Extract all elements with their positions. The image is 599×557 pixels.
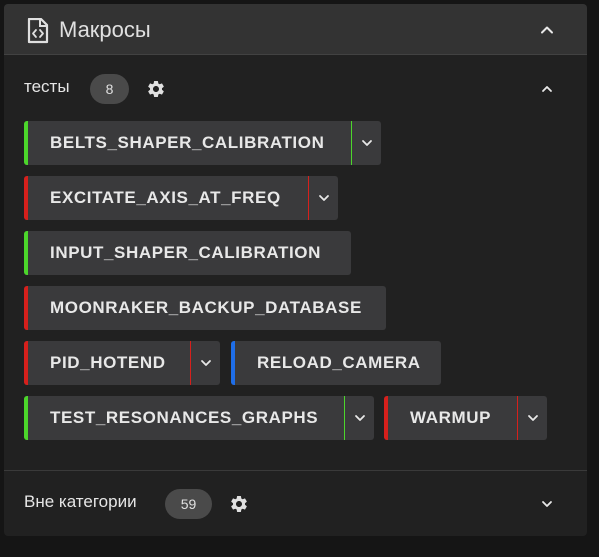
chevron-down-icon xyxy=(362,140,372,146)
macro-dropdown-button[interactable] xyxy=(344,396,374,440)
macros-panel: Макросы тесты 8 BELTS_SHAPER_CALIBRATION… xyxy=(4,4,587,536)
macro-button[interactable]: TEST_RESONANCES_GRAPHS xyxy=(24,396,374,440)
macro-button[interactable]: PID_HOTEND xyxy=(24,341,220,385)
macro-label: BELTS_SHAPER_CALIBRATION xyxy=(50,133,325,152)
macro-label: MOONRAKER_BACKUP_DATABASE xyxy=(50,298,362,317)
macro-button[interactable]: INPUT_SHAPER_CALIBRATION xyxy=(24,231,351,275)
panel-header[interactable]: Макросы xyxy=(4,4,587,55)
chevron-up-icon[interactable] xyxy=(540,23,554,37)
macro-dropdown-button[interactable] xyxy=(351,121,381,165)
count-badge: 59 xyxy=(165,489,212,519)
macro-label: PID_HOTEND xyxy=(50,353,166,372)
count-badge: 8 xyxy=(90,74,129,104)
chevron-down-icon xyxy=(355,415,365,421)
macro-label: WARMUP xyxy=(410,408,492,427)
macro-label: EXCITATE_AXIS_AT_FREQ xyxy=(50,188,281,207)
macro-button[interactable]: RELOAD_CAMERA xyxy=(231,341,441,385)
macro-button[interactable]: EXCITATE_AXIS_AT_FREQ xyxy=(24,176,338,220)
macro-button[interactable]: BELTS_SHAPER_CALIBRATION xyxy=(24,121,381,165)
macro-dropdown-button[interactable] xyxy=(517,396,547,440)
group-title: тесты xyxy=(24,77,70,96)
macro-label: INPUT_SHAPER_CALIBRATION xyxy=(50,243,321,262)
file-code-icon xyxy=(27,18,49,44)
chevron-down-icon xyxy=(319,195,329,201)
chevron-down-icon xyxy=(201,360,211,366)
chevron-down-icon xyxy=(528,415,538,421)
divider xyxy=(4,470,587,471)
macro-dropdown-button[interactable] xyxy=(308,176,338,220)
group-title: Вне категории xyxy=(24,492,137,511)
macro-label: RELOAD_CAMERA xyxy=(257,353,421,372)
gear-icon[interactable] xyxy=(229,494,249,514)
gear-icon[interactable] xyxy=(146,79,166,99)
macro-dropdown-button[interactable] xyxy=(190,341,220,385)
chevron-up-icon[interactable] xyxy=(540,82,554,96)
macro-button[interactable]: WARMUP xyxy=(384,396,547,440)
panel-title: Макросы xyxy=(59,17,151,42)
macro-label: TEST_RESONANCES_GRAPHS xyxy=(50,408,319,427)
macro-button[interactable]: MOONRAKER_BACKUP_DATABASE xyxy=(24,286,386,330)
chevron-down-icon[interactable] xyxy=(540,497,554,511)
